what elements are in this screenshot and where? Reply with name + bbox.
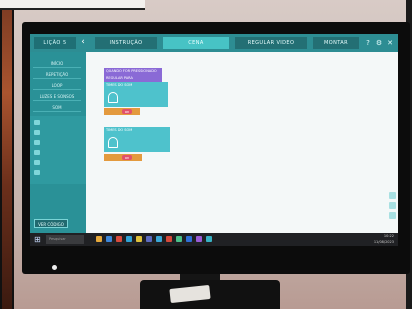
sidebar-item-inicio[interactable]: INÍCIO — [33, 60, 81, 68]
app-icon[interactable] — [126, 236, 132, 242]
rail-icon[interactable] — [389, 192, 396, 199]
block-icon[interactable] — [34, 130, 40, 135]
power-led — [52, 265, 57, 270]
sound-block-body[interactable] — [104, 134, 170, 152]
rail-icon[interactable] — [389, 202, 396, 209]
tab-montar[interactable]: MONTAR — [313, 37, 359, 49]
sound-block-header[interactable]: TIMES DO SOM — [104, 127, 170, 134]
value-pill[interactable]: on — [122, 155, 132, 160]
gear-icon[interactable]: ⚙ — [374, 37, 384, 49]
app-icon[interactable] — [176, 236, 182, 242]
windows-start-icon[interactable]: ⊞ — [34, 235, 43, 244]
lesson-title: LIÇÃO 5 — [34, 37, 76, 49]
question-icon[interactable]: ? — [363, 37, 373, 49]
app-icon[interactable] — [196, 236, 202, 242]
taskbar-search[interactable]: Pesquisar — [46, 235, 84, 244]
block-icon[interactable] — [34, 170, 40, 175]
value-pill[interactable]: on — [122, 109, 132, 114]
sidebar-item-loop[interactable]: LOOP — [33, 82, 81, 90]
block-icon[interactable] — [34, 160, 40, 165]
sound-block-header[interactable]: TIMES DO SOM — [104, 82, 168, 89]
sidebar-item-repeticao[interactable]: REPETIÇÃO — [33, 71, 81, 79]
app-icon[interactable] — [156, 236, 162, 242]
edge-icon[interactable] — [106, 236, 112, 242]
screen: LIÇÃO 5 ‹ INSTRUÇÃO CENA REGULAR VIDEO M… — [30, 34, 398, 246]
app-header: LIÇÃO 5 ‹ INSTRUÇÃO CENA REGULAR VIDEO M… — [30, 34, 398, 52]
event-block[interactable]: QUANDO FOR PRESSIONADO — [104, 68, 162, 75]
app-icon[interactable] — [186, 236, 192, 242]
taskbar-clock[interactable]: 10:22 11/08/2023 — [364, 234, 394, 245]
folder-icon[interactable] — [96, 236, 102, 242]
chevron-left-icon: ‹ — [81, 37, 85, 47]
clock-date: 11/08/2023 — [373, 239, 394, 244]
event-block[interactable]: REGULAR PARA ATIVO/DESATIVADO — [104, 75, 162, 86]
value-block[interactable]: on — [104, 108, 140, 115]
app-icon[interactable] — [206, 236, 212, 242]
view-code-button[interactable]: VER CÓDIGO — [34, 219, 68, 228]
back-button[interactable]: ‹ — [77, 37, 89, 49]
tab-cena[interactable]: CENA — [163, 37, 229, 49]
app-icon[interactable] — [166, 236, 172, 242]
tab-instrucao[interactable]: INSTRUÇÃO — [95, 37, 157, 49]
paper-edge — [0, 0, 145, 10]
sidebar-item-som[interactable]: SOM — [33, 104, 81, 112]
blocks-sidebar: INÍCIO REPETIÇÃO LOOP LUZES E SONSOS SOM… — [30, 52, 86, 233]
block-icon[interactable] — [34, 120, 40, 125]
tab-regular-video[interactable]: REGULAR VIDEO — [235, 37, 307, 49]
photo-frame-left — [0, 0, 14, 309]
block-icon[interactable] — [34, 150, 40, 155]
app-icon[interactable] — [116, 236, 122, 242]
background-object — [2, 0, 12, 309]
chrome-icon[interactable] — [136, 236, 142, 242]
sidebar-palette — [30, 116, 86, 184]
windows-taskbar: ⊞ Pesquisar 10:22 11/08/2023 — [30, 233, 398, 246]
bell-icon — [108, 92, 118, 103]
value-block[interactable]: on — [104, 154, 142, 161]
app-icon[interactable] — [146, 236, 152, 242]
sound-block-body[interactable] — [104, 89, 168, 107]
close-icon[interactable]: ✕ — [385, 37, 395, 49]
block-icon[interactable] — [34, 140, 40, 145]
rail-icon[interactable] — [389, 212, 396, 219]
bell-icon — [108, 137, 118, 148]
code-workspace: QUANDO FOR PRESSIONADO REGULAR PARA ATIV… — [86, 52, 398, 246]
sidebar-item-luzes[interactable]: LUZES E SONSOS — [33, 93, 81, 101]
